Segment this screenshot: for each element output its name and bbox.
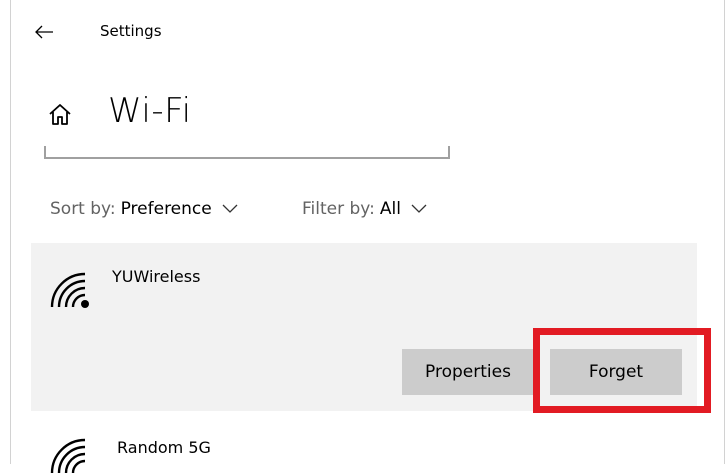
window-left-border — [10, 0, 11, 464]
network-name: Random 5G — [117, 438, 211, 457]
home-icon — [49, 104, 71, 125]
chevron-down-icon — [411, 204, 427, 213]
sort-by-dropdown[interactable]: Sort by: Preference — [50, 197, 238, 221]
window-title: Settings — [100, 22, 162, 40]
properties-button[interactable]: Properties — [402, 349, 534, 395]
network-name: YUWireless — [112, 267, 201, 286]
search-box[interactable] — [44, 146, 450, 159]
arrow-left-icon — [35, 25, 53, 39]
window-right-border — [724, 0, 725, 464]
filter-by-value: All — [379, 199, 401, 219]
wifi-secured-icon — [50, 272, 89, 308]
forget-button[interactable]: Forget — [550, 349, 682, 395]
filter-by-dropdown[interactable]: Filter by: All — [302, 197, 427, 221]
sort-by-label: Sort by: — [50, 199, 116, 219]
chevron-down-icon — [222, 204, 238, 213]
page-title: Wi-Fi — [108, 91, 192, 131]
filter-by-label: Filter by: — [302, 199, 375, 219]
wifi-icon — [50, 438, 86, 474]
back-button[interactable] — [30, 18, 58, 46]
sort-by-value: Preference — [120, 199, 212, 219]
